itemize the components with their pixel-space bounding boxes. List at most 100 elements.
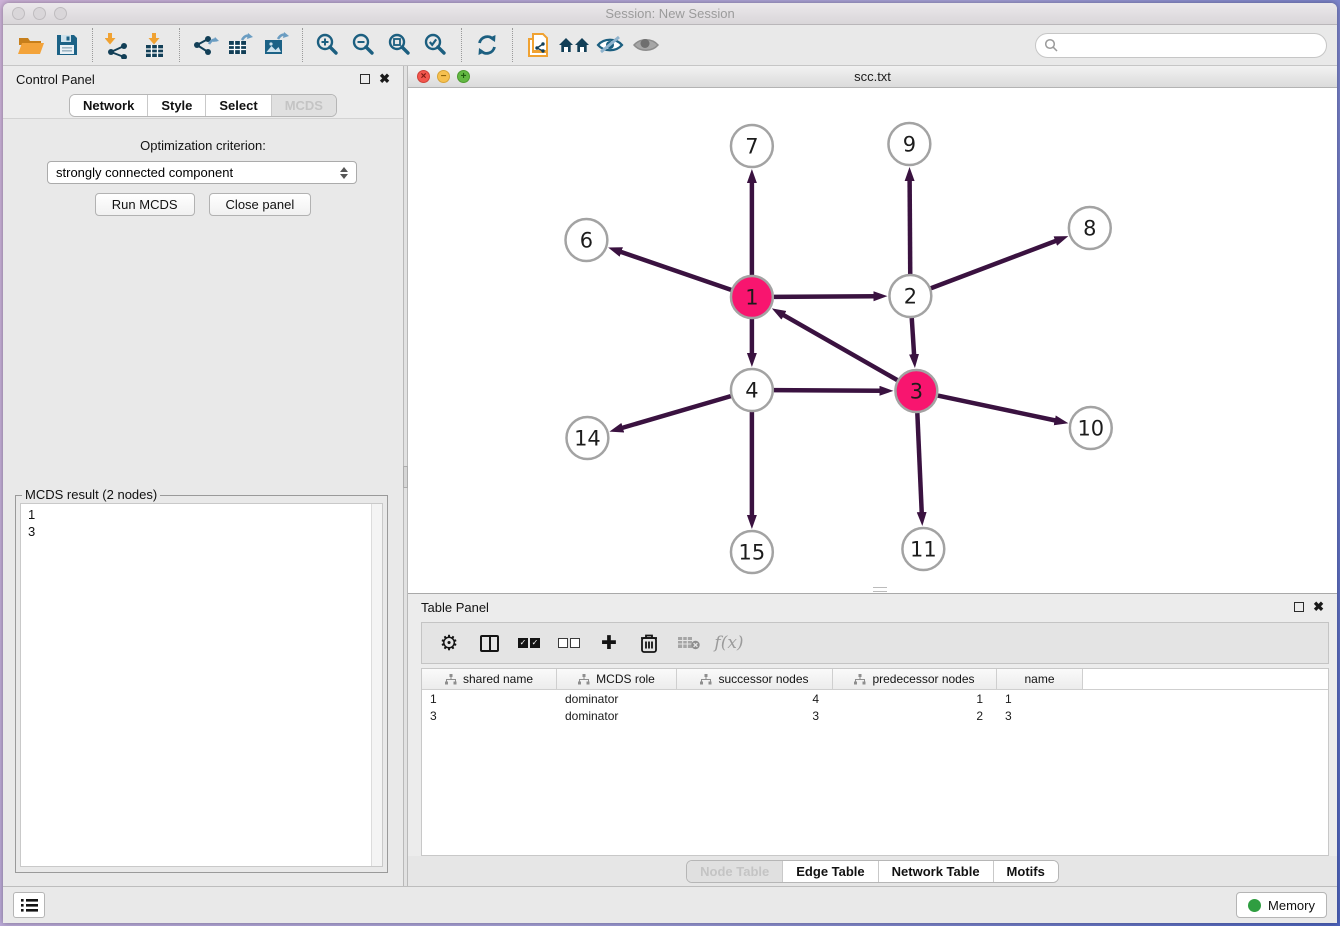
- function-builder-icon[interactable]: f(x): [714, 628, 744, 658]
- export-network-icon[interactable]: [187, 29, 223, 61]
- network-canvas[interactable]: 7968124314101511: [408, 88, 1337, 593]
- toolbar-separator: [179, 28, 180, 62]
- table-cell[interactable]: 4: [677, 692, 833, 706]
- zoom-fit-icon[interactable]: [382, 29, 418, 61]
- control-tab-network[interactable]: Network: [70, 95, 147, 116]
- network-close-button[interactable]: ×: [417, 70, 430, 83]
- mcds-result-list[interactable]: 13: [20, 503, 383, 867]
- save-session-icon[interactable]: [49, 29, 85, 61]
- canvas-resize-grip[interactable]: [873, 587, 887, 592]
- main-toolbar: [3, 25, 1337, 66]
- zoom-out-icon[interactable]: [346, 29, 382, 61]
- column-header-predecessor-nodes[interactable]: predecessor nodes: [833, 669, 997, 689]
- hide-unselected-icon[interactable]: [592, 29, 628, 61]
- memory-button[interactable]: Memory: [1236, 892, 1327, 918]
- table-settings-icon[interactable]: ⚙: [434, 628, 464, 658]
- column-header-name[interactable]: name: [997, 669, 1083, 689]
- run-mcds-button[interactable]: Run MCDS: [95, 193, 195, 216]
- add-column-icon[interactable]: ✚: [594, 628, 624, 658]
- float-table-panel-icon[interactable]: [1294, 602, 1304, 612]
- column-header-mcds-role[interactable]: MCDS role: [557, 669, 677, 689]
- column-header-shared-name[interactable]: shared name: [422, 669, 557, 689]
- graph-node-label: 7: [745, 134, 758, 158]
- show-all-icon[interactable]: [628, 29, 664, 61]
- graph-edge-1-2[interactable]: [774, 296, 876, 297]
- table-cell[interactable]: 3: [997, 709, 1083, 723]
- zoom-selected-icon[interactable]: [418, 29, 454, 61]
- close-window-button[interactable]: [12, 7, 25, 20]
- graph-node-label: 14: [574, 426, 601, 450]
- network-window-title: scc.txt: [854, 69, 891, 84]
- control-tab-mcds[interactable]: MCDS: [271, 95, 336, 116]
- refresh-view-icon[interactable]: [469, 29, 505, 61]
- table-cell[interactable]: 1: [833, 692, 997, 706]
- search-icon: [1044, 38, 1058, 52]
- split-panel-icon[interactable]: [474, 628, 504, 658]
- toolbar-separator: [512, 28, 513, 62]
- table-tab-edge-table[interactable]: Edge Table: [782, 861, 877, 882]
- table-row[interactable]: 1dominator411: [422, 690, 1328, 707]
- search-field[interactable]: [1035, 33, 1327, 58]
- table-tab-network-table[interactable]: Network Table: [878, 861, 993, 882]
- table-cell[interactable]: 2: [833, 709, 997, 723]
- table-header-row: shared nameMCDS rolesuccessor nodesprede…: [422, 669, 1328, 690]
- graph-edge-4-3[interactable]: [774, 390, 882, 391]
- graph-edge-2-8[interactable]: [931, 240, 1057, 288]
- zoom-window-button[interactable]: [54, 7, 67, 20]
- table-tab-motifs[interactable]: Motifs: [993, 861, 1058, 882]
- unselect-all-columns-icon[interactable]: [554, 628, 584, 658]
- optimization-criterion-select[interactable]: strongly connected component: [47, 161, 357, 184]
- table-cell[interactable]: 1: [997, 692, 1083, 706]
- control-tab-style[interactable]: Style: [147, 95, 205, 116]
- graph-node-label: 4: [745, 378, 758, 402]
- table-panel-header: Table Panel ✖: [408, 594, 1337, 620]
- graph-edge-4-14[interactable]: [621, 396, 731, 428]
- close-panel-button[interactable]: Close panel: [209, 193, 312, 216]
- network-maximize-button[interactable]: +: [457, 70, 470, 83]
- open-session-icon[interactable]: [13, 29, 49, 61]
- toolbar-separator: [302, 28, 303, 62]
- table-cell[interactable]: dominator: [557, 692, 677, 706]
- home-layout-icon[interactable]: [556, 29, 592, 61]
- task-history-button[interactable]: [13, 892, 45, 918]
- table-row[interactable]: 3dominator323: [422, 707, 1328, 724]
- delete-table-icon[interactable]: [674, 628, 704, 658]
- control-tab-select[interactable]: Select: [205, 95, 270, 116]
- table-cell[interactable]: 3: [677, 709, 833, 723]
- import-network-icon[interactable]: [100, 29, 136, 61]
- graph-edge-1-6[interactable]: [619, 251, 731, 289]
- search-input[interactable]: [1063, 38, 1318, 53]
- table-cell[interactable]: dominator: [557, 709, 677, 723]
- select-stepper-icon: [340, 167, 348, 179]
- graph-edge-2-3[interactable]: [912, 318, 914, 356]
- export-image-icon[interactable]: [259, 29, 295, 61]
- minimize-window-button[interactable]: [33, 7, 46, 20]
- result-scrollbar[interactable]: [371, 504, 382, 866]
- graph-edge-3-1[interactable]: [782, 314, 897, 380]
- clone-network-icon[interactable]: [520, 29, 556, 61]
- delete-column-icon[interactable]: [634, 628, 664, 658]
- table-panel: Table Panel ✖ ⚙ ✓✓ ✚: [408, 594, 1337, 886]
- zoom-in-icon[interactable]: [310, 29, 346, 61]
- graph-edge-3-10[interactable]: [938, 396, 1057, 421]
- table-panel-title: Table Panel: [421, 600, 489, 615]
- network-minimize-button[interactable]: −: [437, 70, 450, 83]
- close-table-panel-icon[interactable]: ✖: [1313, 602, 1324, 612]
- table-cell[interactable]: 3: [422, 709, 557, 723]
- import-table-icon[interactable]: [136, 29, 172, 61]
- graph-node-label: 1: [745, 285, 758, 309]
- graph-edge-3-11[interactable]: [917, 413, 921, 514]
- table-cell[interactable]: 1: [422, 692, 557, 706]
- close-panel-icon[interactable]: ✖: [379, 74, 390, 84]
- graph-node-label: 11: [910, 537, 937, 561]
- export-table-icon[interactable]: [223, 29, 259, 61]
- memory-status-icon: [1248, 899, 1261, 912]
- graph-edge-2-9[interactable]: [910, 179, 911, 274]
- float-panel-icon[interactable]: [360, 74, 370, 84]
- app-window: Session: New Session: [3, 3, 1337, 923]
- right-column: × − + scc.txt: [408, 66, 1337, 886]
- network-view-window: × − + scc.txt: [408, 66, 1337, 594]
- select-all-columns-icon[interactable]: ✓✓: [514, 628, 544, 658]
- column-header-successor-nodes[interactable]: successor nodes: [677, 669, 833, 689]
- table-tab-node-table[interactable]: Node Table: [687, 861, 782, 882]
